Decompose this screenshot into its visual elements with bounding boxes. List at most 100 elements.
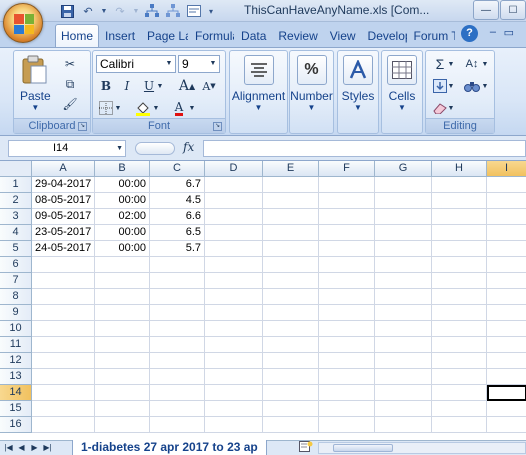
cell-a12[interactable]: [32, 353, 95, 369]
bold-button[interactable]: B: [96, 77, 116, 95]
column-header-a[interactable]: A: [32, 161, 95, 177]
cell-b9[interactable]: [95, 305, 150, 321]
cell-g7[interactable]: [375, 273, 432, 289]
horizontal-scrollbar[interactable]: [318, 442, 526, 454]
cell-g2[interactable]: [375, 193, 432, 209]
cell-h2[interactable]: [432, 193, 487, 209]
cell-i16[interactable]: [487, 417, 526, 433]
cell-c10[interactable]: [150, 321, 205, 337]
cell-i14[interactable]: [487, 385, 526, 401]
cell-d5[interactable]: [205, 241, 263, 257]
row-header[interactable]: 5: [0, 241, 32, 257]
next-sheet-icon[interactable]: ▶: [28, 441, 41, 455]
cell-a3[interactable]: 09-05-2017: [32, 209, 95, 225]
cell-g4[interactable]: [375, 225, 432, 241]
cell-g15[interactable]: [375, 401, 432, 417]
dropdown-arrow-icon[interactable]: ▼: [151, 99, 161, 117]
dropdown-arrow-icon[interactable]: ▼: [113, 99, 123, 117]
cell-e3[interactable]: [263, 209, 319, 225]
cell-g13[interactable]: [375, 369, 432, 385]
cell-a4[interactable]: 23-05-2017: [32, 225, 95, 241]
cell-g5[interactable]: [375, 241, 432, 257]
cell-g6[interactable]: [375, 257, 432, 273]
row-header[interactable]: 14: [0, 385, 32, 401]
column-header-b[interactable]: B: [95, 161, 150, 177]
cell-d15[interactable]: [205, 401, 263, 417]
cell-i9[interactable]: [487, 305, 526, 321]
dropdown-arrow-icon[interactable]: ▼: [354, 103, 362, 112]
cell-d13[interactable]: [205, 369, 263, 385]
cell-g1[interactable]: [375, 177, 432, 193]
dropdown-arrow-icon[interactable]: ▼: [446, 55, 456, 73]
insert-sheet-icon[interactable]: [297, 441, 315, 455]
dropdown-arrow-icon[interactable]: ▼: [308, 103, 316, 112]
cell-f6[interactable]: [319, 257, 375, 273]
cell-g9[interactable]: [375, 305, 432, 321]
dropdown-arrow-icon[interactable]: ▼: [398, 103, 406, 112]
cell-g3[interactable]: [375, 209, 432, 225]
cell-f2[interactable]: [319, 193, 375, 209]
office-button[interactable]: [3, 3, 43, 43]
cell-c14[interactable]: [150, 385, 205, 401]
cell-b7[interactable]: [95, 273, 150, 289]
cell-b15[interactable]: [95, 401, 150, 417]
maximize-button[interactable]: ☐: [500, 0, 526, 20]
cell-a1[interactable]: 29-04-2017: [32, 177, 95, 193]
cell-b14[interactable]: [95, 385, 150, 401]
cell-a6[interactable]: [32, 257, 95, 273]
row-header[interactable]: 2: [0, 193, 32, 209]
cell-f12[interactable]: [319, 353, 375, 369]
cell-g12[interactable]: [375, 353, 432, 369]
hierarchy-icon[interactable]: [164, 3, 182, 19]
cell-g8[interactable]: [375, 289, 432, 305]
cell-e8[interactable]: [263, 289, 319, 305]
cell-c4[interactable]: 6.5: [150, 225, 205, 241]
dropdown-arrow-icon[interactable]: ▼: [207, 56, 219, 72]
cell-a9[interactable]: [32, 305, 95, 321]
cell-b12[interactable]: [95, 353, 150, 369]
cell-c2[interactable]: 4.5: [150, 193, 205, 209]
dropdown-arrow-icon[interactable]: ▼: [116, 141, 123, 156]
cell-b8[interactable]: [95, 289, 150, 305]
cell-a11[interactable]: [32, 337, 95, 353]
tab-review[interactable]: Review: [272, 24, 323, 47]
cell-a5[interactable]: 24-05-2017: [32, 241, 95, 257]
cell-f7[interactable]: [319, 273, 375, 289]
cell-d11[interactable]: [205, 337, 263, 353]
horizontal-scroll-thumb[interactable]: [333, 444, 393, 452]
column-header-c[interactable]: C: [150, 161, 205, 177]
cell-c1[interactable]: 6.7: [150, 177, 205, 193]
cell-e4[interactable]: [263, 225, 319, 241]
cell-f10[interactable]: [319, 321, 375, 337]
cell-b16[interactable]: [95, 417, 150, 433]
cell-e12[interactable]: [263, 353, 319, 369]
row-header[interactable]: 1: [0, 177, 32, 193]
cell-e11[interactable]: [263, 337, 319, 353]
cell-c6[interactable]: [150, 257, 205, 273]
cell-h5[interactable]: [432, 241, 487, 257]
cell-e5[interactable]: [263, 241, 319, 257]
cell-d12[interactable]: [205, 353, 263, 369]
cell-d7[interactable]: [205, 273, 263, 289]
cell-c11[interactable]: [150, 337, 205, 353]
cell-h16[interactable]: [432, 417, 487, 433]
column-header-i[interactable]: I: [487, 161, 526, 177]
alignment-button[interactable]: Alignment ▼: [230, 55, 287, 112]
name-box[interactable]: I14 ▼: [8, 140, 126, 157]
cell-f3[interactable]: [319, 209, 375, 225]
cell-c15[interactable]: [150, 401, 205, 417]
tab-developer[interactable]: Develop: [362, 24, 408, 47]
cell-i3[interactable]: [487, 209, 526, 225]
cell-h10[interactable]: [432, 321, 487, 337]
tab-insert[interactable]: Insert: [99, 24, 141, 47]
cell-e2[interactable]: [263, 193, 319, 209]
shrink-font-icon[interactable]: A ▼: [199, 77, 219, 95]
row-header[interactable]: 3: [0, 209, 32, 225]
cell-i11[interactable]: [487, 337, 526, 353]
help-icon[interactable]: ?: [461, 25, 478, 42]
column-header-f[interactable]: F: [319, 161, 375, 177]
cell-f11[interactable]: [319, 337, 375, 353]
sheet-tab-active[interactable]: 1-diabetes 27 apr 2017 to 23 ap: [72, 440, 267, 455]
cell-f8[interactable]: [319, 289, 375, 305]
clipboard-launcher-icon[interactable]: ↘: [78, 122, 87, 131]
